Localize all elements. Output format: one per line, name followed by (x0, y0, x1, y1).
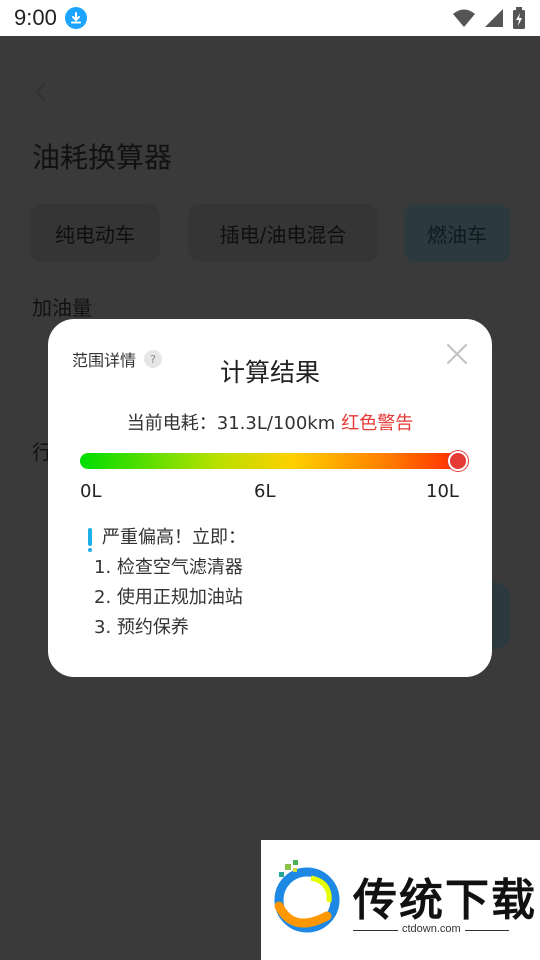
gauge-tick-mid: 6L (254, 481, 276, 502)
wifi-icon (453, 9, 475, 27)
gauge-gradient-bar (80, 453, 468, 469)
tab-fuel[interactable]: 燃油车 (404, 204, 510, 262)
watermark-logo-icon (274, 860, 340, 933)
battery-icon (513, 7, 525, 29)
warning-label: 红色警告 (341, 413, 414, 434)
download-icon (64, 7, 87, 29)
watermark-brand: 传统下载 (353, 875, 537, 926)
close-icon[interactable] (446, 343, 468, 365)
watermark-url: ctdown.com (398, 923, 465, 935)
consumption-gauge (80, 451, 468, 471)
result-dialog: 范围详情 ? 计算结果 当前电耗：31.3L/100km 红色警告 0L 6L 1… (48, 319, 492, 677)
advice-step: 3. 预约保养 (94, 617, 189, 638)
advice-title: 严重偏高！立即： (88, 523, 246, 553)
advice-list: 严重偏高！立即： 1. 检查空气滤清器 2. 使用正规加油站 3. 预约保养 (88, 523, 246, 643)
status-bar: 9:00 (0, 0, 540, 36)
gauge-tick-min: 0L (80, 481, 102, 502)
gauge-indicator (448, 451, 468, 471)
current-consumption: 当前电耗：31.3L/100km 红色警告 (48, 409, 492, 435)
gauge-tick-max: 10L (426, 481, 459, 502)
tab-electric[interactable]: 纯电动车 (30, 204, 160, 262)
signal-icon (485, 9, 503, 27)
advice-step: 2. 使用正规加油站 (94, 587, 243, 608)
fuel-amount-label: 加油量 (32, 296, 92, 320)
vehicle-type-tabs: 纯电动车 插电/油电混合 燃油车 (30, 204, 510, 262)
status-time: 9:00 (14, 5, 57, 30)
watermark: 传统下载 ctdown.com (261, 840, 540, 960)
tab-hybrid[interactable]: 插电/油电混合 (188, 204, 378, 262)
advice-step: 1. 检查空气滤清器 (94, 557, 243, 578)
exclamation-icon (88, 528, 92, 552)
dialog-title: 计算结果 (219, 358, 320, 387)
current-consumption-value: 当前电耗：31.3L/100km (126, 413, 336, 434)
back-arrow-icon[interactable] (30, 80, 54, 104)
page-title: 油耗换算器 (32, 141, 173, 174)
